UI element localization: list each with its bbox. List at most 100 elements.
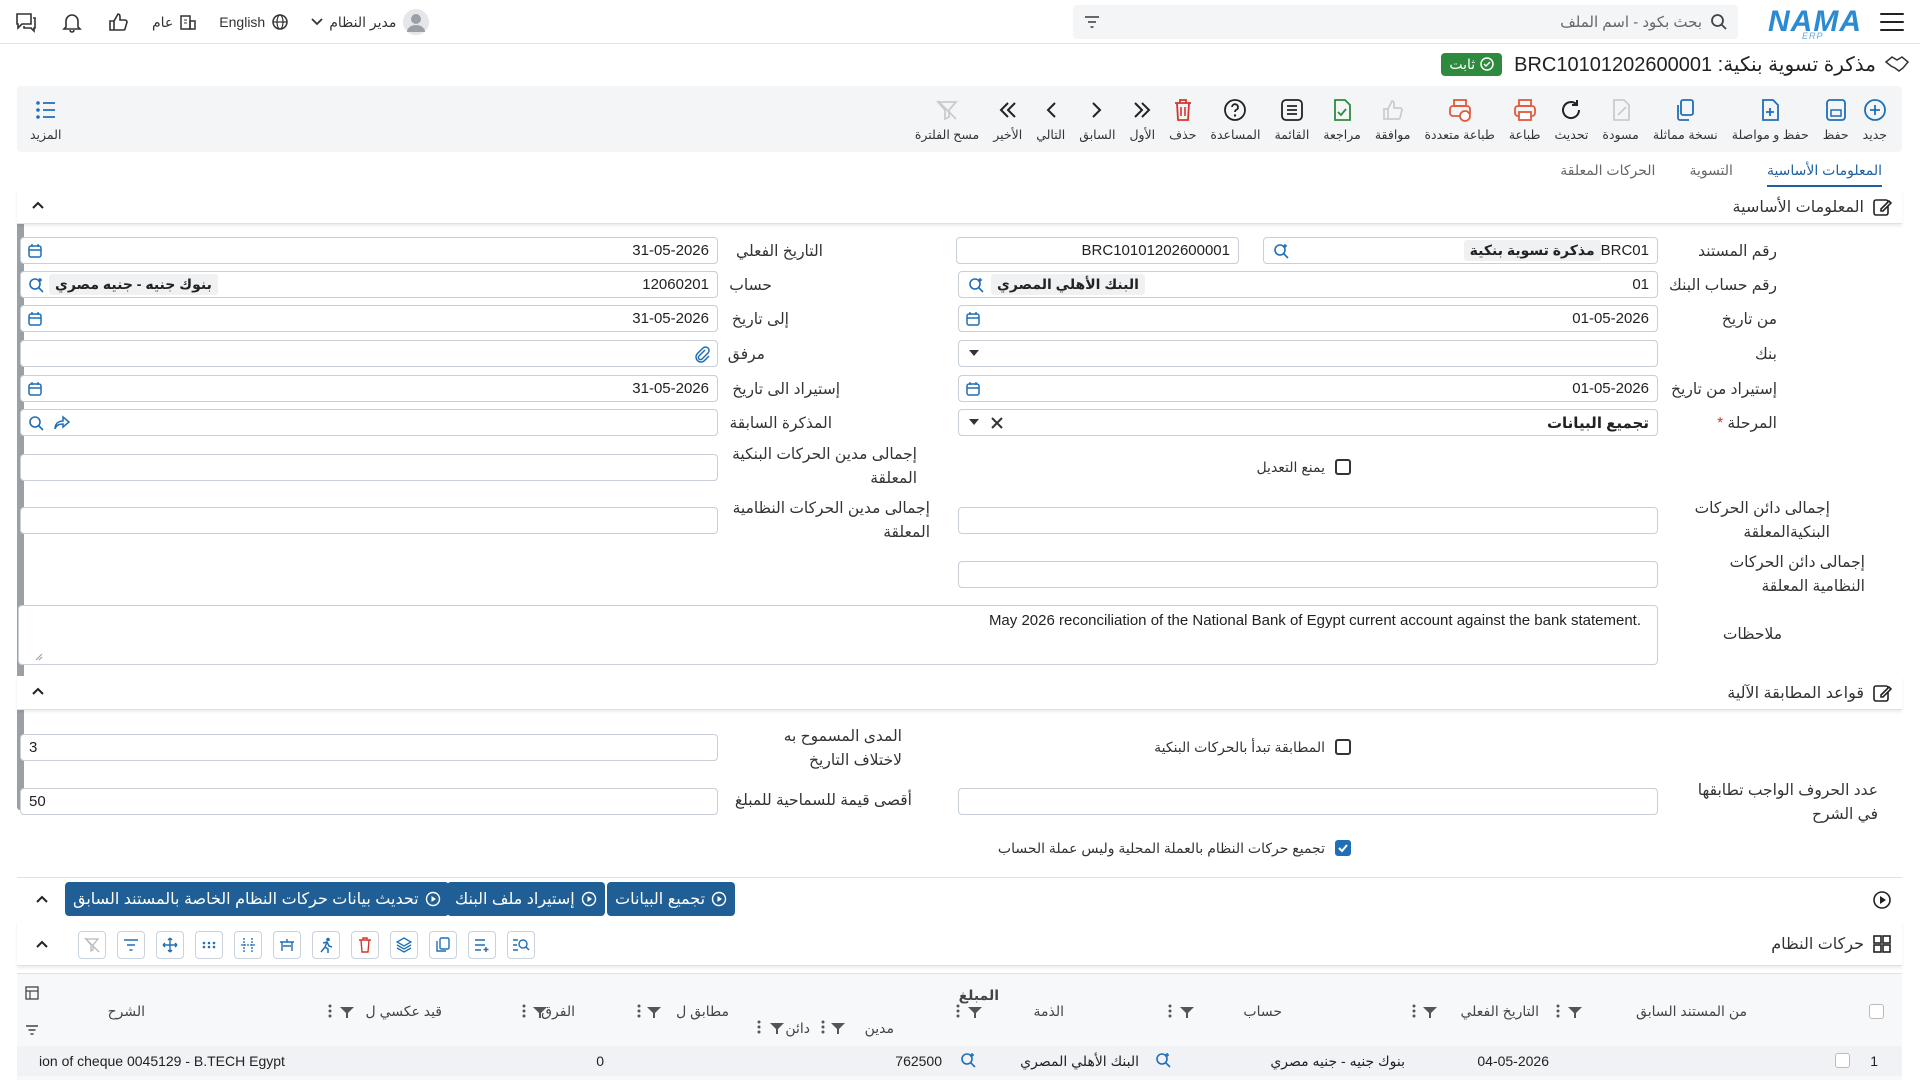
- to-date-field[interactable]: 31-05-2026: [20, 305, 718, 332]
- refresh-button[interactable]: تحديث: [1548, 89, 1596, 149]
- list-button[interactable]: القائمة: [1267, 89, 1316, 149]
- next-button[interactable]: التالي: [1029, 89, 1072, 149]
- review-button[interactable]: مراجعة: [1316, 89, 1368, 149]
- column-menu-icon[interactable]: [821, 1020, 825, 1034]
- table-settings-icon[interactable]: [25, 986, 39, 1000]
- local-currency-checkbox[interactable]: [1335, 840, 1351, 856]
- sys-debit-field[interactable]: [20, 507, 718, 534]
- approve-button[interactable]: موافقة: [1368, 89, 1418, 149]
- prev-button[interactable]: السابق: [1072, 89, 1122, 149]
- chat-icon[interactable]: [14, 10, 38, 34]
- col-actual-date[interactable]: التاريخ الفعلي: [1460, 1003, 1539, 1020]
- draft-button[interactable]: مسودة: [1595, 89, 1645, 149]
- sys-credit-field[interactable]: [958, 561, 1658, 588]
- column-filter-icon[interactable]: [647, 1006, 661, 1018]
- grid-search-icon[interactable]: [507, 931, 535, 959]
- help-button[interactable]: المساعدة: [1203, 89, 1267, 149]
- column-menu-icon[interactable]: [522, 1004, 526, 1018]
- grid-delete-icon[interactable]: [351, 931, 379, 959]
- col-matched[interactable]: مطابق ل: [676, 1003, 729, 1020]
- multi-print-button[interactable]: طباعة متعددة: [1417, 89, 1501, 149]
- search-box[interactable]: بحث بكود - اسم الملف: [1073, 4, 1738, 39]
- play-circle-icon[interactable]: [1872, 890, 1892, 910]
- thumbs-up-icon[interactable]: [106, 10, 130, 34]
- import-to-field[interactable]: 31-05-2026: [20, 375, 718, 402]
- column-menu-icon[interactable]: [637, 1004, 641, 1018]
- from-date-field[interactable]: 01-05-2026: [958, 305, 1658, 332]
- col-debit[interactable]: مدين: [865, 1020, 894, 1037]
- copy-button[interactable]: نسخة مماثلة: [1646, 89, 1725, 149]
- column-menu-icon[interactable]: [1412, 1004, 1416, 1018]
- column-menu-icon[interactable]: [757, 1020, 761, 1034]
- attachment-field[interactable]: [20, 340, 718, 367]
- tab-basic-info[interactable]: المعلومات الأساسية: [1766, 162, 1882, 187]
- col-party[interactable]: الذمة: [1033, 1003, 1064, 1020]
- col-credit[interactable]: دائن: [785, 1020, 810, 1037]
- col-account[interactable]: حساب: [1243, 1003, 1282, 1020]
- select-all-checkbox[interactable]: [1869, 1004, 1884, 1019]
- grid-copy-icon[interactable]: [429, 931, 457, 959]
- bank-acc-field[interactable]: 01 البنك الأهلي المصري: [958, 271, 1658, 298]
- grid-expand-icon[interactable]: [234, 931, 262, 959]
- language-selector[interactable]: English: [219, 13, 289, 31]
- row-checkbox[interactable]: [1835, 1053, 1850, 1068]
- save-button[interactable]: حفظ: [1816, 89, 1856, 149]
- prevent-edit-checkbox[interactable]: [1335, 459, 1351, 475]
- column-filter-icon[interactable]: [1180, 1006, 1194, 1018]
- column-menu-icon[interactable]: [956, 1004, 960, 1018]
- delete-button[interactable]: حذف: [1162, 89, 1203, 149]
- basic-info-header[interactable]: المعلومات الأساسية: [17, 190, 1902, 224]
- first-button[interactable]: الأول: [1122, 89, 1162, 149]
- new-button[interactable]: جديد: [1856, 89, 1894, 149]
- prev-note-field[interactable]: [20, 409, 718, 436]
- grid-table-icon[interactable]: [273, 931, 301, 959]
- tab-pending-transactions[interactable]: الحركات المعلقة: [1560, 162, 1655, 179]
- grid-move-icon[interactable]: [156, 931, 184, 959]
- column-filter-icon[interactable]: [1568, 1006, 1582, 1018]
- lookup-icon[interactable]: [27, 414, 45, 432]
- column-menu-icon[interactable]: [1168, 1004, 1172, 1018]
- tab-reconciliation[interactable]: التسوية: [1689, 162, 1733, 179]
- calendar-icon[interactable]: [27, 311, 43, 327]
- more-button[interactable]: المزيد: [23, 89, 68, 149]
- calendar-icon[interactable]: [965, 311, 981, 327]
- app-logo[interactable]: NAMA ERP: [1768, 5, 1862, 41]
- col-desc[interactable]: الشرح: [108, 1003, 145, 1020]
- chevron-up-icon[interactable]: [35, 892, 49, 906]
- caret-down-icon[interactable]: [969, 419, 979, 427]
- notes-textarea[interactable]: May 2026 reconciliation of the National …: [18, 605, 1658, 665]
- bell-icon[interactable]: [60, 10, 84, 34]
- column-filter-icon[interactable]: [968, 1006, 982, 1018]
- doc-no-serial-field[interactable]: BRC10101202600001: [956, 237, 1239, 264]
- print-button[interactable]: طباعة: [1502, 89, 1548, 149]
- bank-select[interactable]: [958, 340, 1658, 367]
- grid-add-line-icon[interactable]: [468, 931, 496, 959]
- account-field[interactable]: 12060201 بنوك جنيه - جنيه مصري: [20, 271, 718, 298]
- resize-handle-icon[interactable]: [35, 653, 43, 661]
- date-tolerance-field[interactable]: 3: [20, 734, 718, 761]
- bank-debit-field[interactable]: [20, 454, 718, 481]
- grid-filter-icon[interactable]: [117, 931, 145, 959]
- column-menu-icon[interactable]: [1556, 1004, 1560, 1018]
- col-reverse[interactable]: قيد عكسي ل: [366, 1003, 442, 1020]
- grid-layers-icon[interactable]: [390, 931, 418, 959]
- column-menu-icon[interactable]: [328, 1004, 332, 1018]
- last-button[interactable]: الأخير: [986, 89, 1029, 149]
- save-continue-button[interactable]: حفظ و مواصلة: [1725, 89, 1816, 149]
- doc-no-field[interactable]: BRC01 مذكرة تسوية بنكية: [1263, 237, 1658, 264]
- chevron-up-icon[interactable]: [35, 937, 49, 951]
- lookup-icon[interactable]: [1272, 242, 1290, 260]
- column-filter-icon[interactable]: [340, 1006, 354, 1018]
- grid-filter-off-icon[interactable]: [78, 931, 106, 959]
- grid-dots-icon[interactable]: [195, 931, 223, 959]
- import-bank-file-button[interactable]: إستيراد ملف البنك: [447, 882, 605, 916]
- rules-header[interactable]: قواعد المطابقة الآلية: [17, 676, 1902, 710]
- bank-credit-field[interactable]: [958, 507, 1658, 534]
- lookup-icon[interactable]: [1154, 1051, 1172, 1069]
- column-filter-icon[interactable]: [831, 1022, 845, 1034]
- grid-run-icon[interactable]: [312, 931, 340, 959]
- close-icon[interactable]: [991, 417, 1003, 429]
- update-prev-button[interactable]: تحديث بيانات حركات النظام الخاصة بالمستن…: [65, 882, 449, 916]
- column-filter-icon[interactable]: [533, 1006, 547, 1018]
- lookup-icon[interactable]: [27, 276, 45, 294]
